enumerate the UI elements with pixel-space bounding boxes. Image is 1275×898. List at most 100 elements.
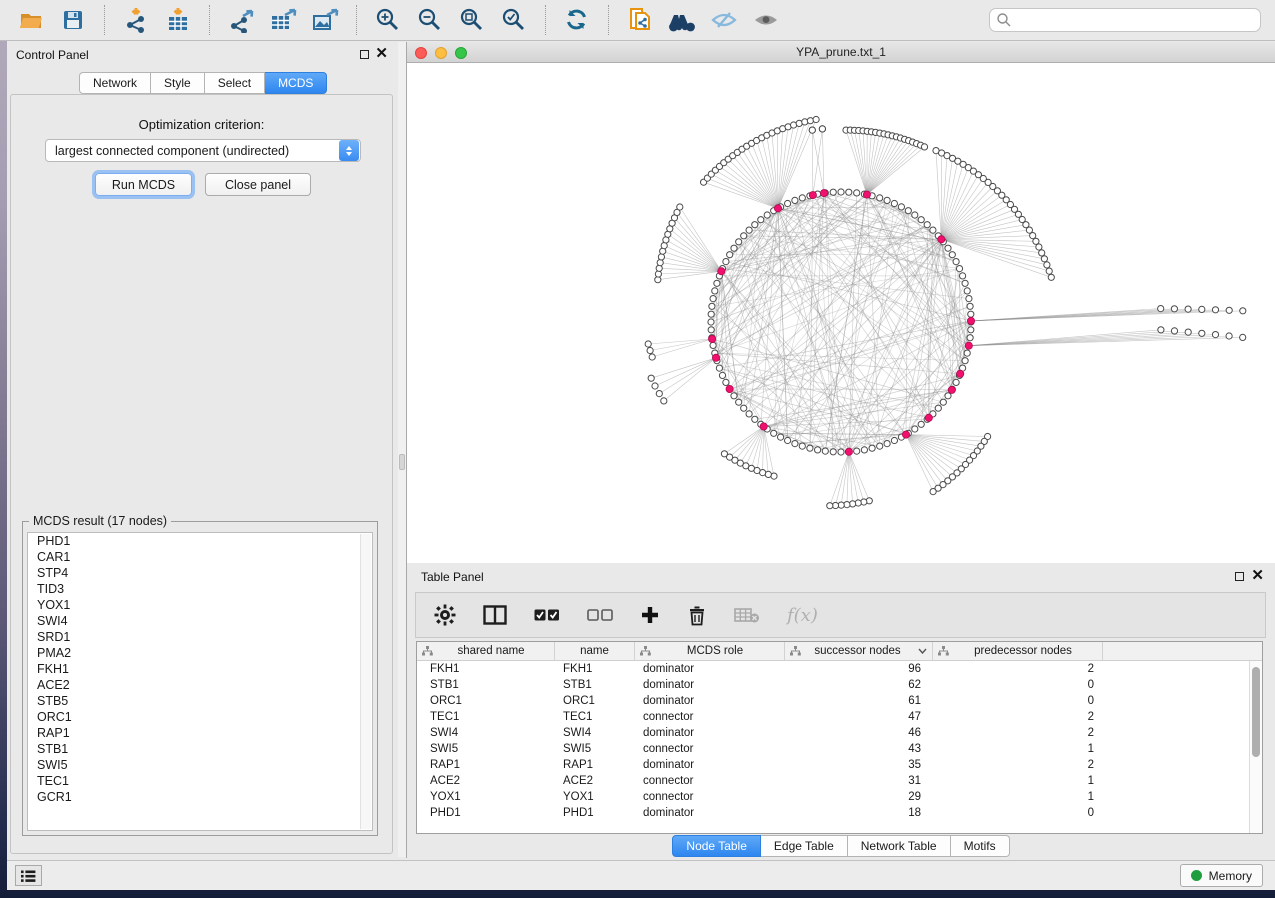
hide-selected-eye-slash-icon[interactable]	[709, 6, 739, 34]
table-row-TEC1[interactable]: TEC1TEC1connector472	[417, 709, 1262, 725]
run-mcds-button[interactable]: Run MCDS	[95, 173, 192, 196]
table-cell: ORC1	[417, 695, 555, 707]
export-network-icon[interactable]	[226, 6, 256, 34]
table-row-ORC1[interactable]: ORC1ORC1dominator610	[417, 693, 1262, 709]
refresh-view-icon[interactable]	[562, 6, 592, 34]
mcds-result-item[interactable]: YOX1	[28, 597, 372, 613]
tab-network[interactable]: Network	[79, 72, 151, 94]
import-table-icon[interactable]	[163, 6, 193, 34]
mcds-result-item[interactable]: STB1	[28, 741, 372, 757]
binoculars-icon[interactable]	[667, 6, 697, 34]
vertical-splitter[interactable]	[398, 42, 406, 857]
mcds-result-item[interactable]: CAR1	[28, 549, 372, 565]
network-canvas[interactable]	[407, 63, 1275, 563]
table-cell: 2	[933, 663, 1103, 675]
mcds-list-scrollbar[interactable]	[360, 534, 371, 829]
mcds-result-item[interactable]: SWI4	[28, 613, 372, 629]
mcds-result-item[interactable]: RAP1	[28, 725, 372, 741]
table-cell: connector	[635, 775, 785, 787]
mcds-result-item[interactable]: PMA2	[28, 645, 372, 661]
toggle-columns-icon[interactable]	[483, 605, 507, 625]
mcds-result-item[interactable]: STB5	[28, 693, 372, 709]
table-scrollbar-thumb[interactable]	[1252, 667, 1260, 757]
zoom-out-icon[interactable]	[415, 6, 445, 34]
float-panel-icon[interactable]	[360, 50, 369, 59]
tab-edge-table[interactable]: Edge Table	[761, 835, 848, 857]
tab-network-table[interactable]: Network Table	[848, 835, 951, 857]
delete-table-icon[interactable]	[734, 606, 760, 624]
select-all-checkboxes-icon[interactable]	[534, 608, 560, 622]
table-cell: 1	[933, 791, 1103, 803]
open-session-icon[interactable]	[16, 6, 46, 34]
clone-network-icon[interactable]	[625, 6, 655, 34]
table-panel: Table Panel ✕	[406, 563, 1275, 858]
search-input[interactable]	[989, 8, 1261, 32]
criterion-dropdown[interactable]: largest connected component (undirected)	[45, 139, 361, 162]
column-header-predecessor-nodes[interactable]: predecessor nodes	[933, 642, 1103, 660]
mcds-result-item[interactable]: GCR1	[28, 789, 372, 805]
add-column-icon[interactable]	[640, 605, 660, 625]
table-scrollbar[interactable]	[1249, 661, 1262, 833]
table-cell: 1	[933, 743, 1103, 755]
delete-column-trash-icon[interactable]	[687, 604, 707, 626]
task-history-list-button[interactable]	[15, 865, 42, 886]
table-cell: RAP1	[555, 759, 635, 771]
mcds-result-item[interactable]: ACE2	[28, 677, 372, 693]
mcds-result-item[interactable]: STP4	[28, 565, 372, 581]
show-all-eye-icon[interactable]	[751, 6, 781, 34]
splitter-grip[interactable]	[399, 454, 405, 470]
save-session-icon[interactable]	[58, 6, 88, 34]
memory-button[interactable]: Memory	[1180, 864, 1263, 887]
mcds-result-item[interactable]: SRD1	[28, 629, 372, 645]
column-header-successor-nodes[interactable]: successor nodes	[785, 642, 933, 660]
import-network-icon[interactable]	[121, 6, 151, 34]
zoom-in-icon[interactable]	[373, 6, 403, 34]
column-header-shared-name[interactable]: shared name	[417, 642, 555, 660]
table-row-PHD1[interactable]: PHD1PHD1dominator180	[417, 805, 1262, 821]
table-row-RAP1[interactable]: RAP1RAP1dominator352	[417, 757, 1262, 773]
table-cell: TEC1	[417, 711, 555, 723]
column-header-name[interactable]: name	[555, 642, 635, 660]
table-row-ACE2[interactable]: ACE2ACE2connector311	[417, 773, 1262, 789]
mcds-result-item[interactable]: ORC1	[28, 709, 372, 725]
search-field-wrap	[989, 8, 1261, 32]
tab-style[interactable]: Style	[151, 72, 205, 94]
table-settings-gear-icon[interactable]	[434, 604, 456, 626]
network-graph	[407, 63, 1275, 563]
tab-mcds[interactable]: MCDS	[265, 72, 327, 94]
table-cell: 29	[785, 791, 933, 803]
float-panel-icon[interactable]	[1235, 572, 1244, 581]
close-panel-icon[interactable]: ✕	[1251, 567, 1264, 585]
mcds-result-item[interactable]: SWI5	[28, 757, 372, 773]
deselect-all-checkboxes-icon[interactable]	[587, 608, 613, 622]
zoom-selected-icon[interactable]	[499, 6, 529, 34]
table-row-STB1[interactable]: STB1STB1dominator620	[417, 677, 1262, 693]
mcds-result-item[interactable]: PHD1	[28, 533, 372, 549]
table-cell: 47	[785, 711, 933, 723]
table-row-YOX1[interactable]: YOX1YOX1connector291	[417, 789, 1262, 805]
table-row-SWI4[interactable]: SWI4SWI4dominator462	[417, 725, 1262, 741]
mcds-result-item[interactable]: TID3	[28, 581, 372, 597]
table-row-SWI5[interactable]: SWI5SWI5connector431	[417, 741, 1262, 757]
export-image-icon[interactable]	[310, 6, 340, 34]
network-window-titlebar[interactable]: YPA_prune.txt_1	[407, 42, 1275, 63]
table-cell: 0	[933, 695, 1103, 707]
close-panel-icon[interactable]: ✕	[375, 45, 388, 63]
tab-node-table[interactable]: Node Table	[672, 835, 761, 857]
table-panel-header: Table Panel ✕	[407, 563, 1275, 589]
criterion-dropdown-value: largest connected component (undirected)	[46, 144, 339, 158]
table-row-FKH1[interactable]: FKH1FKH1dominator962	[417, 661, 1262, 677]
tab-motifs[interactable]: Motifs	[951, 835, 1010, 857]
table-cell: 2	[933, 711, 1103, 723]
tab-select[interactable]: Select	[205, 72, 265, 94]
table-cell: 46	[785, 727, 933, 739]
close-panel-button[interactable]: Close panel	[205, 173, 311, 196]
mcds-result-item[interactable]: TEC1	[28, 773, 372, 789]
mcds-result-item[interactable]: FKH1	[28, 661, 372, 677]
export-table-icon[interactable]	[268, 6, 298, 34]
column-header-MCDS-role[interactable]: MCDS role	[635, 642, 785, 660]
node-table-header: shared namenameMCDS rolesuccessor nodesp…	[417, 642, 1262, 661]
zoom-fit-icon[interactable]	[457, 6, 487, 34]
control-panel-header: Control Panel ✕	[7, 42, 398, 68]
control-panel: Control Panel ✕ NetworkStyleSelectMCDS O…	[7, 42, 398, 857]
